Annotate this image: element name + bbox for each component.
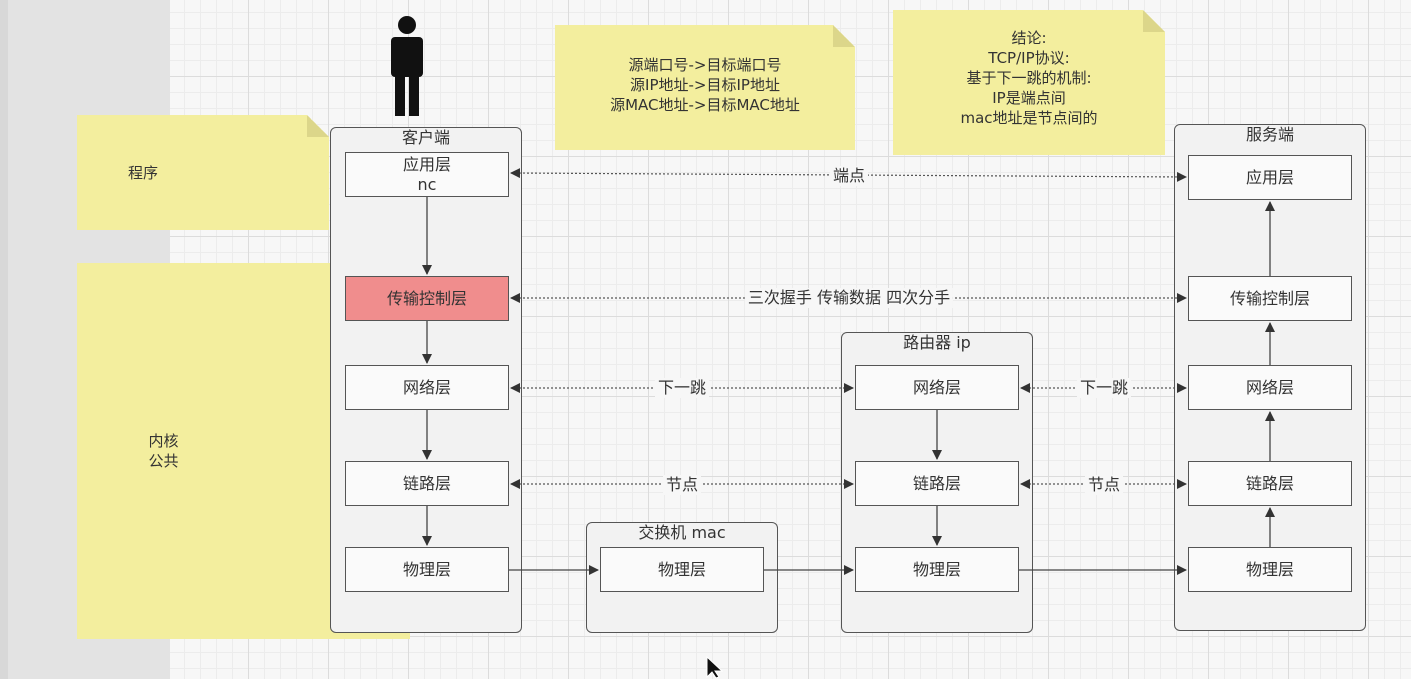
edge-label-nexthop-1: 下一跳 (654, 378, 710, 398)
edge-label-node-1: 节点 (662, 475, 702, 495)
connector-lines (422, 168, 1275, 575)
edge-label-node-2: 节点 (1084, 475, 1124, 495)
edge-label-endpoint: 端点 (829, 166, 869, 186)
edge-label-handshake: 三次握手 传输数据 四次分手 (744, 288, 954, 308)
edge-label-nexthop-2: 下一跳 (1076, 378, 1132, 398)
mouse-cursor-icon (706, 656, 724, 679)
